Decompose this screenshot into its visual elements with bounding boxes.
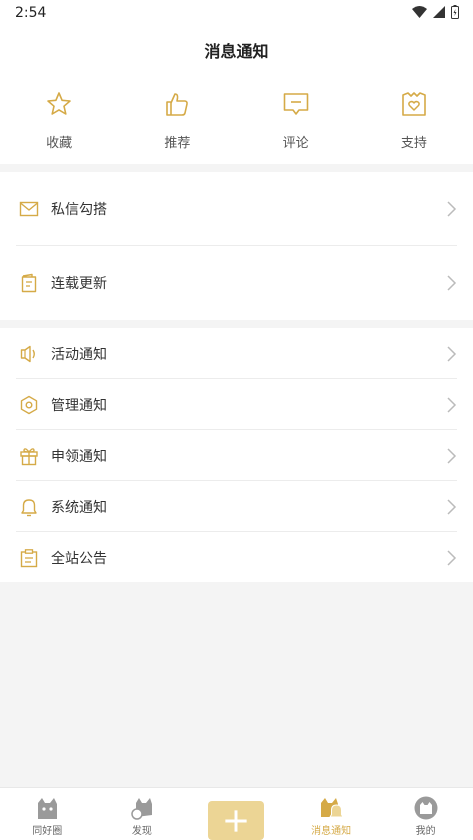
bottom-nav: 同好圈 发现 消息通知 我的	[0, 787, 473, 840]
nav-item-notifications[interactable]: 消息通知	[284, 788, 379, 840]
thumbs-up-icon	[163, 90, 191, 122]
page-title: 消息通知	[204, 42, 269, 61]
mail-icon	[19, 199, 39, 219]
list-item-system-notice[interactable]: 系统通知	[0, 481, 473, 532]
signal-icon	[433, 6, 445, 18]
clipboard-icon	[19, 548, 39, 568]
notification-group: 活动通知 管理通知 申领通知 系统通知 全站公告	[0, 328, 473, 582]
plus-icon	[222, 808, 250, 834]
chevron-right-icon	[445, 396, 457, 413]
quick-action-favorites[interactable]: 收藏	[0, 72, 118, 164]
speaker-icon	[19, 344, 39, 364]
list-item-label: 连载更新	[51, 275, 107, 292]
list-item-label: 全站公告	[51, 550, 107, 567]
quick-action-recommend[interactable]: 推荐	[118, 72, 236, 164]
list-item-private-messages[interactable]: 私信勾搭	[0, 183, 473, 234]
list-item-label: 管理通知	[51, 397, 107, 414]
list-item-label: 申领通知	[51, 448, 107, 465]
cat-icon	[33, 795, 61, 821]
gift-heart-icon	[400, 90, 428, 122]
list-item-activity-notice[interactable]: 活动通知	[0, 328, 473, 379]
chevron-right-icon	[445, 345, 457, 362]
nav-label: 消息通知	[311, 826, 352, 837]
chevron-right-icon	[445, 200, 457, 217]
status-bar: 2:54	[0, 0, 473, 26]
bell-icon	[19, 497, 39, 517]
hexagon-icon	[19, 395, 39, 415]
message-group: 私信勾搭 连载更新	[0, 172, 473, 320]
nav-label: 发现	[131, 826, 152, 837]
wifi-icon	[412, 6, 427, 18]
chevron-right-icon	[445, 498, 457, 515]
status-icons	[412, 5, 459, 19]
nav-item-add[interactable]	[189, 788, 284, 840]
quick-actions: 收藏 推荐 评论 支持	[0, 72, 473, 164]
quick-action-label: 支持	[400, 136, 427, 151]
cat-avatar-icon	[412, 795, 440, 821]
header: 消息通知	[0, 26, 473, 72]
nav-item-circle[interactable]: 同好圈	[0, 788, 95, 840]
quick-action-label: 推荐	[164, 136, 191, 151]
add-button[interactable]	[208, 801, 265, 840]
battery-icon	[451, 5, 459, 19]
star-icon	[45, 90, 73, 122]
list-item-admin-notice[interactable]: 管理通知	[0, 379, 473, 430]
comment-icon	[282, 90, 310, 122]
list-item-site-announcement[interactable]: 全站公告	[0, 532, 473, 583]
nav-item-discover[interactable]: 发现	[95, 788, 190, 840]
list-item-label: 系统通知	[51, 499, 107, 516]
chevron-right-icon	[445, 274, 457, 291]
list-item-label: 私信勾搭	[51, 201, 107, 218]
cat-magnifier-icon	[128, 795, 156, 821]
gift-icon	[19, 446, 39, 466]
quick-action-support[interactable]: 支持	[355, 72, 473, 164]
nav-item-profile[interactable]: 我的	[378, 788, 473, 840]
list-item-label: 活动通知	[51, 346, 107, 363]
list-item-serial-updates[interactable]: 连载更新	[0, 257, 473, 308]
divider	[16, 245, 457, 246]
cat-bell-icon	[317, 795, 345, 821]
book-icon	[19, 273, 39, 293]
chevron-right-icon	[445, 549, 457, 566]
nav-label: 同好圈	[32, 826, 63, 837]
chevron-right-icon	[445, 447, 457, 464]
status-time: 2:54	[15, 5, 47, 21]
quick-action-label: 收藏	[46, 136, 73, 151]
nav-label: 我的	[415, 826, 436, 837]
list-item-claim-notice[interactable]: 申领通知	[0, 430, 473, 481]
quick-action-comments[interactable]: 评论	[237, 72, 355, 164]
quick-action-label: 评论	[282, 136, 309, 151]
